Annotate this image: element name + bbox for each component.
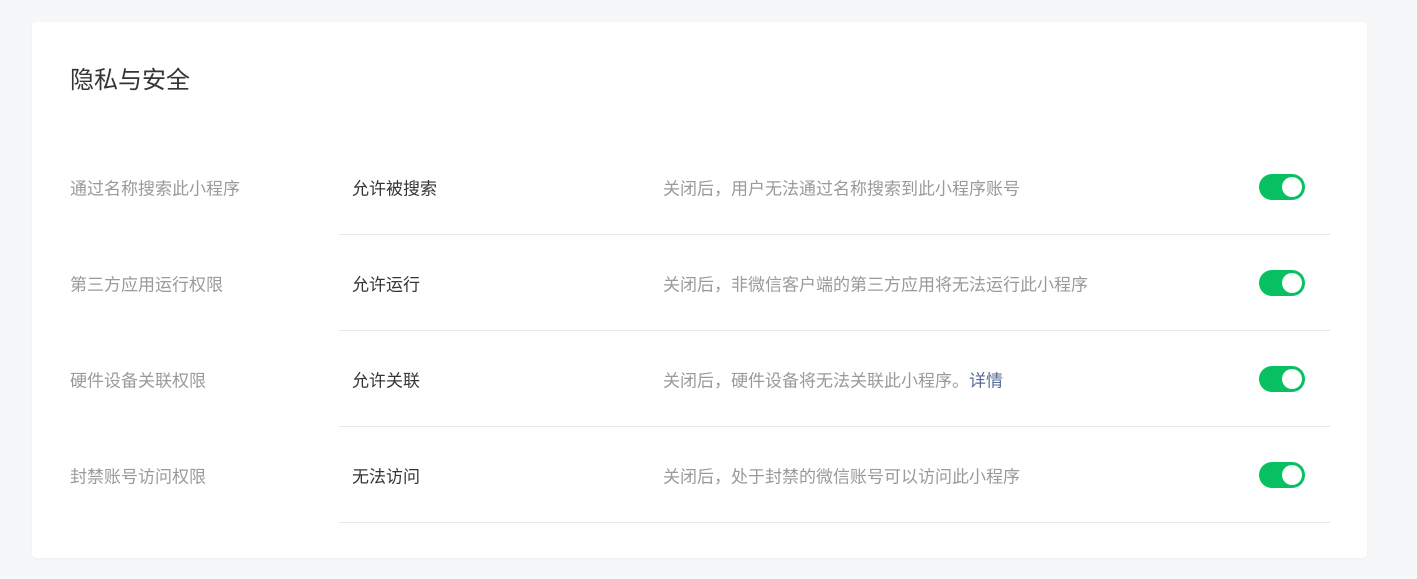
setting-description: 关闭后，用户无法通过名称搜索到此小程序账号 — [663, 175, 1020, 200]
setting-value: 无法访问 — [352, 467, 420, 488]
section-title: 隐私与安全 — [70, 66, 190, 94]
search-by-name-toggle[interactable] — [1259, 174, 1305, 200]
setting-row-hardware-link: 硬件设备关联权限 允许关联 关闭后，硬件设备将无法关联此小程序。详情 — [32, 331, 1367, 427]
details-link[interactable]: 详情 — [969, 372, 1003, 392]
setting-label: 第三方应用运行权限 — [70, 275, 223, 296]
toggle-knob — [1282, 177, 1302, 197]
third-party-run-toggle[interactable] — [1259, 270, 1305, 296]
toggle-knob — [1282, 369, 1302, 389]
setting-value: 允许关联 — [352, 371, 420, 392]
privacy-security-card: 隐私与安全 通过名称搜索此小程序 允许被搜索 关闭后，用户无法通过名称搜索到此小… — [32, 22, 1367, 558]
setting-row-search-by-name: 通过名称搜索此小程序 允许被搜索 关闭后，用户无法通过名称搜索到此小程序账号 — [32, 139, 1367, 235]
setting-label: 硬件设备关联权限 — [70, 371, 206, 392]
setting-description: 关闭后，硬件设备将无法关联此小程序。详情 — [663, 367, 1003, 392]
setting-description: 关闭后，非微信客户端的第三方应用将无法运行此小程序 — [663, 271, 1088, 296]
setting-label: 封禁账号访问权限 — [70, 467, 206, 488]
row-divider — [339, 522, 1330, 523]
toggle-knob — [1282, 465, 1302, 485]
setting-label: 通过名称搜索此小程序 — [70, 179, 240, 200]
setting-description-text: 关闭后，非微信客户端的第三方应用将无法运行此小程序 — [663, 275, 1088, 296]
setting-row-banned-account-access: 封禁账号访问权限 无法访问 关闭后，处于封禁的微信账号可以访问此小程序 — [32, 427, 1367, 523]
hardware-link-toggle[interactable] — [1259, 366, 1305, 392]
setting-row-third-party-run: 第三方应用运行权限 允许运行 关闭后，非微信客户端的第三方应用将无法运行此小程序 — [32, 235, 1367, 331]
setting-value: 允许被搜索 — [352, 179, 437, 200]
setting-description-text: 关闭后，处于封禁的微信账号可以访问此小程序 — [663, 467, 1020, 488]
setting-description-text: 关闭后，用户无法通过名称搜索到此小程序账号 — [663, 179, 1020, 200]
setting-description-text: 关闭后，硬件设备将无法关联此小程序。 — [663, 371, 969, 392]
setting-description: 关闭后，处于封禁的微信账号可以访问此小程序 — [663, 463, 1020, 488]
toggle-knob — [1282, 273, 1302, 293]
banned-account-access-toggle[interactable] — [1259, 462, 1305, 488]
setting-value: 允许运行 — [352, 275, 420, 296]
